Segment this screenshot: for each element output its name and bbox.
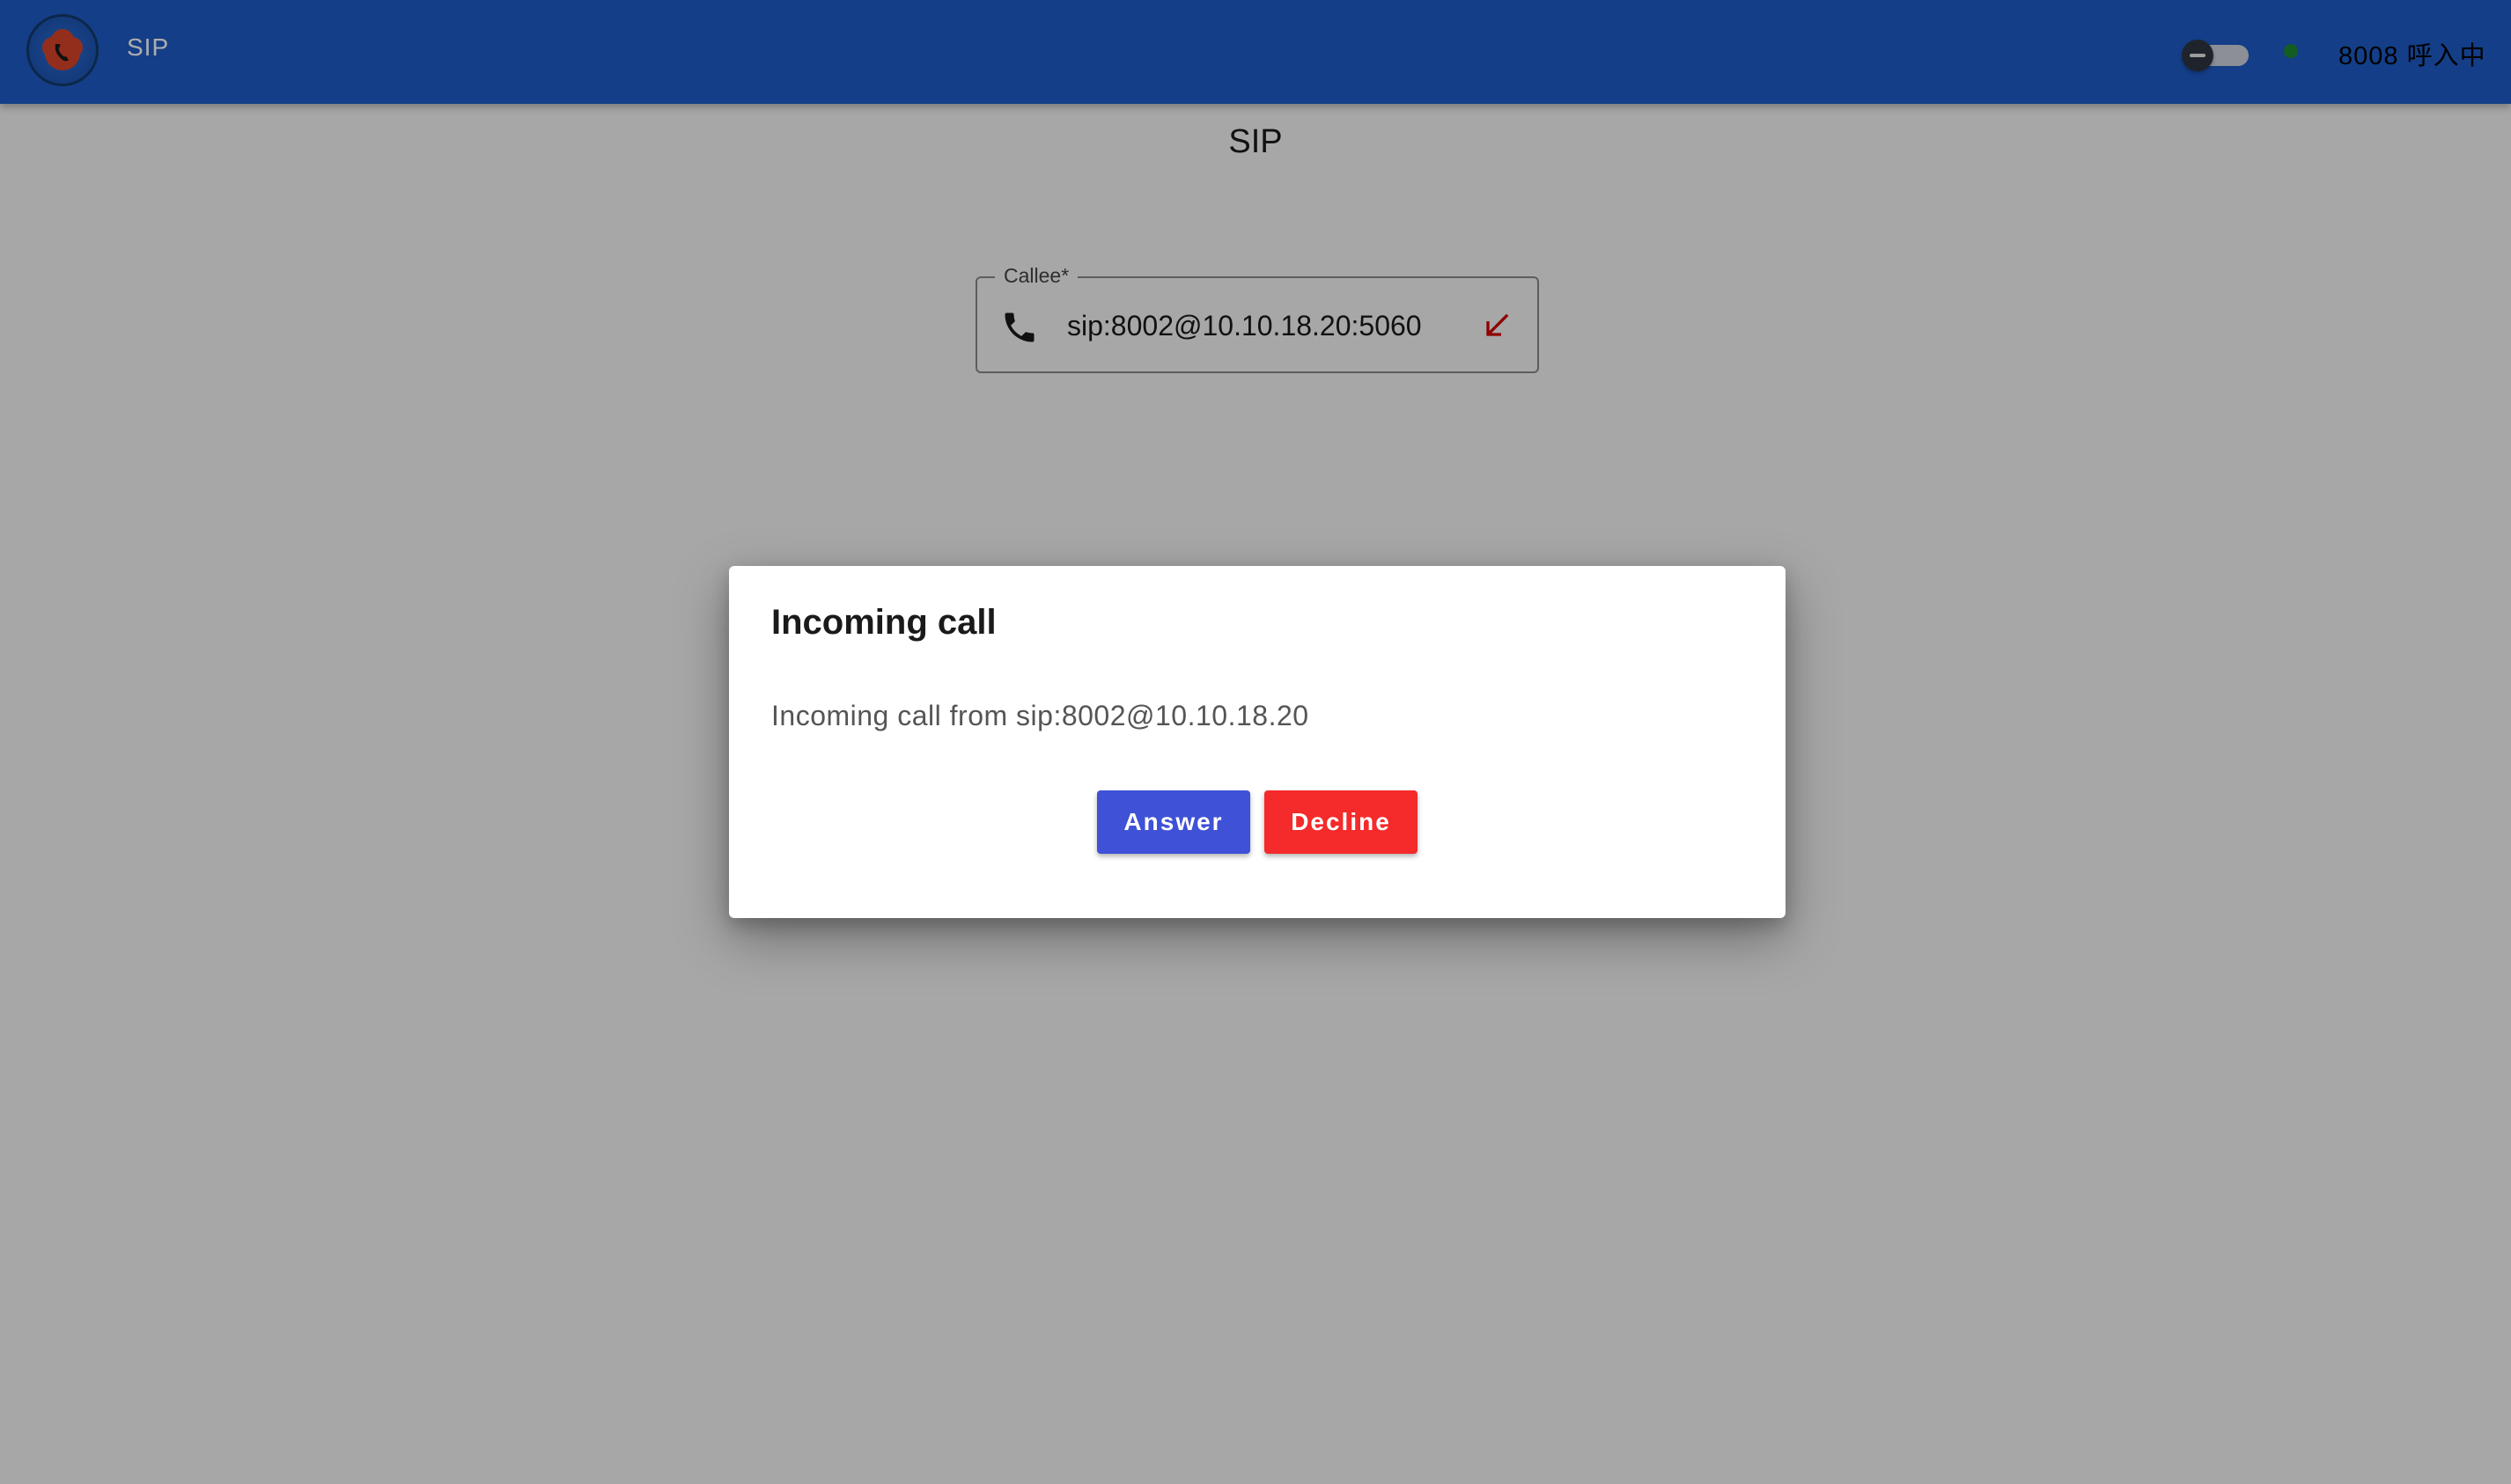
decline-button[interactable]: Decline	[1264, 790, 1418, 854]
answer-button[interactable]: Answer	[1097, 790, 1250, 854]
dialog-actions: Answer Decline	[1097, 790, 1418, 854]
dialog-message: Incoming call from sip:8002@10.10.18.20	[771, 700, 1309, 731]
incoming-call-dialog: Incoming call Incoming call from sip:800…	[729, 566, 1786, 918]
dialog-title: Incoming call	[771, 603, 997, 642]
